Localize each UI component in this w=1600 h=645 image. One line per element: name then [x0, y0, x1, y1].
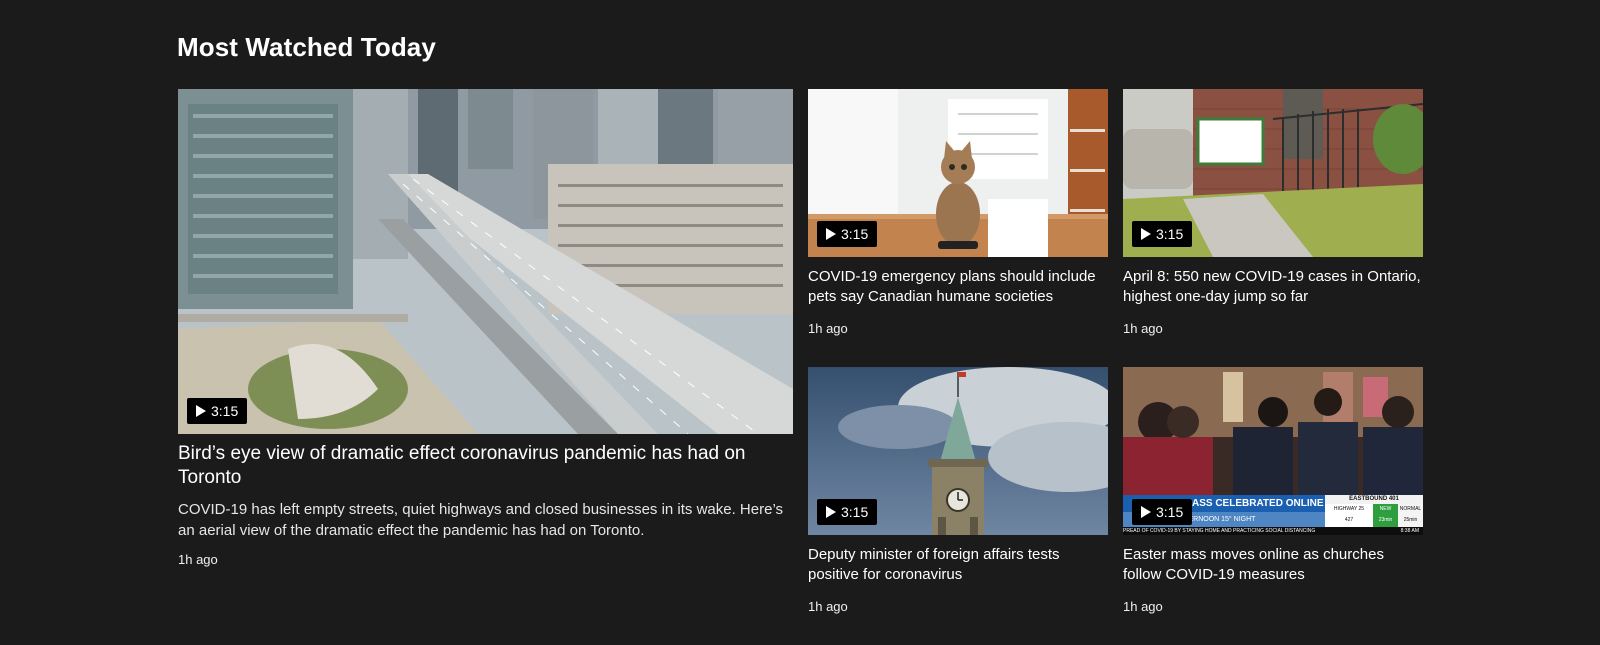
play-icon	[826, 506, 836, 518]
ticker-normal: NORMAL 25min	[1398, 504, 1423, 527]
aerial-city-image	[178, 89, 793, 434]
ticker-road: EASTBOUND 401	[1325, 495, 1423, 504]
featured-video-thumbnail[interactable]: 3:15	[178, 89, 793, 434]
play-icon	[826, 228, 836, 240]
duration-text: 3:15	[211, 403, 239, 419]
video-card[interactable]: 3:15 April 8: 550 new COVID-19 cases in …	[1123, 89, 1423, 336]
featured-video-card[interactable]: 3:15 Bird’s eye view of dramatic effect …	[178, 89, 793, 567]
video-thumbnail[interactable]: 3:15	[808, 367, 1108, 535]
video-timestamp: 1h ago	[808, 321, 848, 336]
duration-text: 3:15	[841, 504, 869, 520]
video-card[interactable]: 3:15 Deputy minister of foreign affairs …	[808, 367, 1108, 614]
video-card[interactable]: 3:15 COVID-19 emergency plans should inc…	[808, 89, 1108, 336]
video-timestamp: 1h ago	[1123, 321, 1163, 336]
duration-badge: 3:15	[1132, 499, 1193, 525]
duration-badge: 3:15	[817, 499, 878, 525]
duration-text: 3:15	[1156, 504, 1184, 520]
ticker-highway-label: HIGHWAY 25	[1333, 506, 1365, 512]
ticker-new-time: 23min	[1378, 517, 1393, 523]
video-card[interactable]: ER MASS CELEBRATED ONLINE EASTBOUND 401 …	[1123, 367, 1423, 614]
ticker-normal-time: 25min	[1403, 517, 1418, 523]
duration-badge: 3:15	[817, 221, 878, 247]
play-icon	[1141, 506, 1151, 518]
ticker-normal-label: NORMAL	[1399, 506, 1422, 512]
duration-badge: 3:15	[1132, 221, 1193, 247]
play-icon	[1141, 228, 1151, 240]
duration-text: 3:15	[841, 226, 869, 242]
ticker-highway: HIGHWAY 25 427	[1325, 504, 1373, 527]
featured-description: COVID-19 has left empty streets, quiet h…	[178, 501, 784, 539]
duration-badge: 3:15	[187, 398, 248, 424]
video-thumbnail[interactable]: ER MASS CELEBRATED ONLINE EASTBOUND 401 …	[1123, 367, 1423, 535]
ticker-crawl: PREAD OF COVID-19 BY STAYING HOME AND PR…	[1123, 527, 1423, 535]
ticker-new: NEW 23min	[1373, 504, 1398, 527]
video-headline[interactable]: April 8: 550 new COVID-19 cases in Ontar…	[1123, 267, 1423, 307]
video-timestamp: 1h ago	[808, 599, 848, 614]
video-headline[interactable]: Easter mass moves online as churches fol…	[1123, 545, 1423, 585]
ticker-crawl-text: PREAD OF COVID-19 BY STAYING HOME AND PR…	[1123, 528, 1316, 534]
video-thumbnail[interactable]: 3:15	[1123, 89, 1423, 257]
play-icon	[196, 405, 206, 417]
ticker-clock: 8:38 AM	[1400, 528, 1419, 534]
ticker-highway-num: 427	[1344, 517, 1354, 523]
section-title: Most Watched Today	[177, 32, 436, 62]
video-headline[interactable]: Deputy minister of foreign affairs tests…	[808, 545, 1108, 585]
most-watched-section: Most Watched Today 3:15 Bird’s eye view …	[0, 0, 1600, 645]
featured-headline[interactable]: Bird’s eye view of dramatic effect coron…	[178, 442, 788, 490]
ticker-new-label: NEW	[1379, 506, 1392, 512]
video-timestamp: 1h ago	[1123, 599, 1163, 614]
video-thumbnail[interactable]: 3:15	[808, 89, 1108, 257]
duration-text: 3:15	[1156, 226, 1184, 242]
video-headline[interactable]: COVID-19 emergency plans should include …	[808, 267, 1108, 307]
featured-timestamp: 1h ago	[178, 552, 218, 567]
